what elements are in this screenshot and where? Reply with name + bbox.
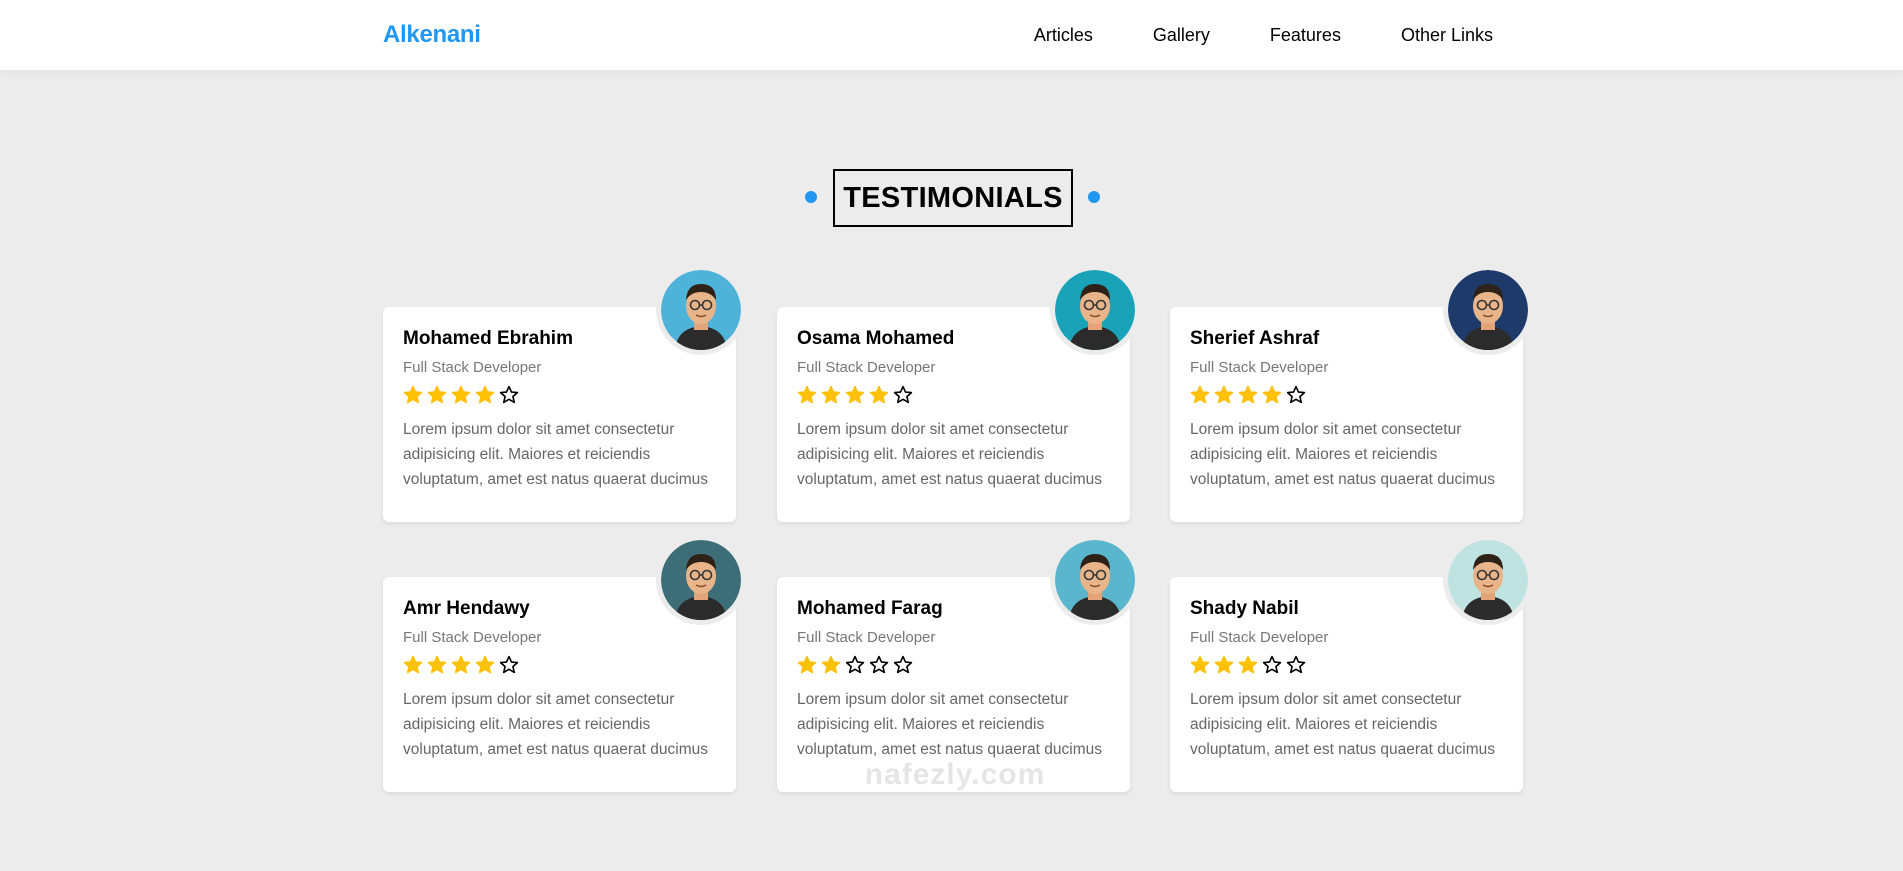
star-empty-icon bbox=[845, 655, 865, 674]
testimonial-role: Full Stack Developer bbox=[403, 359, 542, 376]
star-filled-icon bbox=[1262, 385, 1282, 404]
avatar bbox=[656, 535, 746, 625]
star-rating bbox=[403, 655, 716, 677]
testimonial-role: Full Stack Developer bbox=[797, 629, 936, 646]
avatar-man-glasses-icon bbox=[1448, 270, 1528, 350]
star-empty-icon bbox=[499, 655, 519, 674]
section-heading: TESTIMONIALS bbox=[833, 169, 1073, 227]
nav-link-gallery[interactable]: Gallery bbox=[1153, 25, 1210, 46]
star-rating bbox=[1190, 385, 1503, 407]
star-filled-icon bbox=[1214, 655, 1234, 674]
testimonial-text: Lorem ipsum dolor sit amet consectetur a… bbox=[797, 691, 1102, 758]
star-filled-icon bbox=[451, 655, 471, 674]
watermark: nafezly.com bbox=[864, 758, 1046, 791]
testimonial-text: Lorem ipsum dolor sit amet consectetur a… bbox=[403, 421, 708, 488]
testimonial-card: Mohamed Ebrahim Full Stack Developer Lorem… bbox=[383, 265, 746, 522]
testimonial-card: Sherief Ashraf Full Stack Developer Lorem … bbox=[1170, 265, 1533, 522]
star-filled-icon bbox=[821, 655, 841, 674]
star-empty-icon bbox=[869, 655, 889, 674]
star-filled-icon bbox=[427, 385, 447, 404]
star-empty-icon bbox=[893, 385, 913, 404]
star-filled-icon bbox=[821, 385, 841, 404]
avatar bbox=[1443, 265, 1533, 355]
avatar bbox=[1443, 535, 1533, 625]
star-filled-icon bbox=[427, 655, 447, 674]
star-filled-icon bbox=[403, 385, 423, 404]
star-filled-icon bbox=[1238, 385, 1258, 404]
star-filled-icon bbox=[475, 655, 495, 674]
testimonial-card: Amr Hendawy Full Stack Developer Lorem ips… bbox=[383, 535, 746, 792]
star-filled-icon bbox=[451, 385, 471, 404]
testimonial-text: Lorem ipsum dolor sit amet consectetur a… bbox=[1190, 691, 1495, 758]
avatar bbox=[656, 265, 746, 355]
title-dot-left bbox=[805, 191, 817, 203]
testimonial-role: Full Stack Developer bbox=[1190, 359, 1329, 376]
star-filled-icon bbox=[403, 655, 423, 674]
star-filled-icon bbox=[1190, 655, 1210, 674]
testimonial-role: Full Stack Developer bbox=[403, 629, 542, 646]
testimonial-card: Osama Mohamed Full Stack Developer Lorem i… bbox=[777, 265, 1140, 522]
testimonial-text: Lorem ipsum dolor sit amet consectetur a… bbox=[1190, 421, 1495, 488]
nav-link-other-links[interactable]: Other Links bbox=[1401, 25, 1493, 46]
star-rating bbox=[797, 655, 1110, 677]
avatar-bearded-man-icon bbox=[1055, 540, 1135, 620]
star-empty-icon bbox=[1262, 655, 1282, 674]
star-filled-icon bbox=[797, 655, 817, 674]
avatar-man-pink-glasses-icon bbox=[661, 540, 741, 620]
star-empty-icon bbox=[893, 655, 913, 674]
avatar-man-dark-glasses-icon bbox=[1448, 540, 1528, 620]
star-filled-icon bbox=[1238, 655, 1258, 674]
testimonial-text: Lorem ipsum dolor sit amet consectetur a… bbox=[797, 421, 1102, 488]
avatar-bearded-man-glasses-icon bbox=[661, 270, 741, 350]
testimonial-role: Full Stack Developer bbox=[797, 359, 936, 376]
main-nav: Articles Gallery Features Other Links bbox=[974, 0, 1493, 70]
section-title: TESTIMONIALS bbox=[0, 169, 1903, 227]
testimonial-card: Shady Nabil Full Stack Developer Lorem ips… bbox=[1170, 535, 1533, 792]
nav-link-features[interactable]: Features bbox=[1270, 25, 1341, 46]
star-filled-icon bbox=[797, 385, 817, 404]
site-header: Alkenani Articles Gallery Features Other… bbox=[0, 0, 1903, 70]
star-rating bbox=[1190, 655, 1503, 677]
star-empty-icon bbox=[1286, 655, 1306, 674]
testimonial-role: Full Stack Developer bbox=[1190, 629, 1329, 646]
star-empty-icon bbox=[499, 385, 519, 404]
testimonial-text: Lorem ipsum dolor sit amet consectetur a… bbox=[403, 691, 708, 758]
star-rating bbox=[797, 385, 1110, 407]
star-filled-icon bbox=[869, 385, 889, 404]
star-filled-icon bbox=[1214, 385, 1234, 404]
star-filled-icon bbox=[475, 385, 495, 404]
nav-link-articles[interactable]: Articles bbox=[1034, 25, 1093, 46]
star-rating bbox=[403, 385, 716, 407]
title-dot-right bbox=[1088, 191, 1100, 203]
star-empty-icon bbox=[1286, 385, 1306, 404]
avatar bbox=[1050, 535, 1140, 625]
avatar-man-sunglasses-icon bbox=[1055, 270, 1135, 350]
star-filled-icon bbox=[845, 385, 865, 404]
site-logo[interactable]: Alkenani bbox=[383, 20, 481, 50]
star-filled-icon bbox=[1190, 385, 1210, 404]
avatar bbox=[1050, 265, 1140, 355]
